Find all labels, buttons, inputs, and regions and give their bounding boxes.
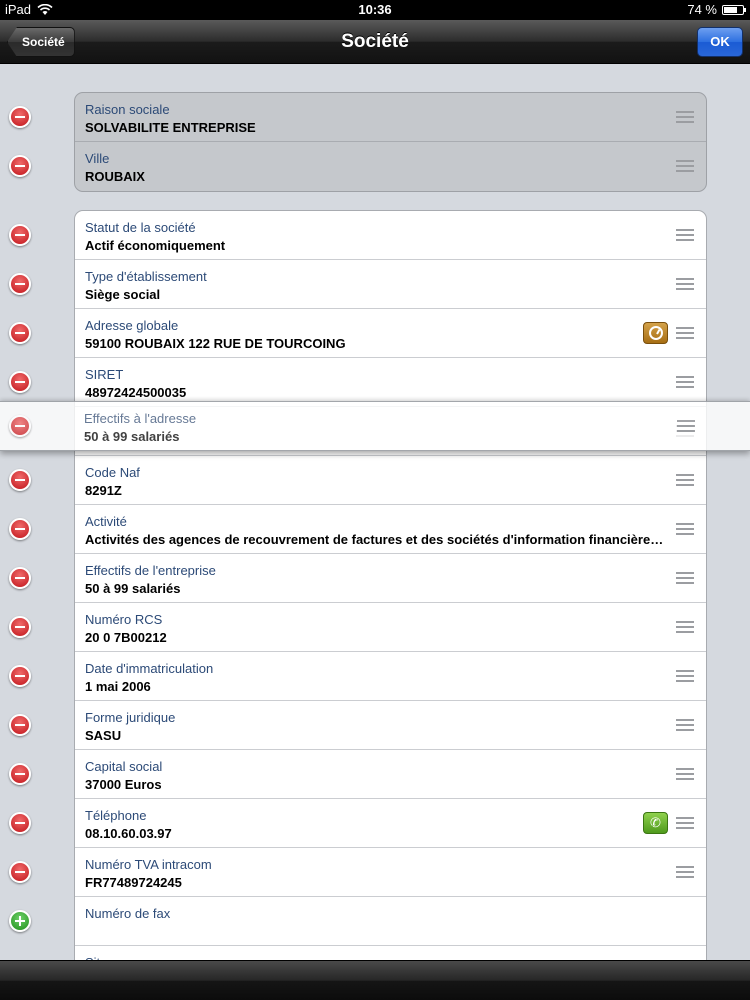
field-label: Code Naf	[85, 465, 140, 480]
field-row[interactable]: SIRET 48972424500035	[75, 358, 706, 407]
status-bar: iPad 10:36 74 %	[0, 0, 750, 20]
field-label: Effectifs de l'entreprise	[85, 563, 216, 578]
phone-icon[interactable]: ✆	[643, 812, 668, 834]
field-label: Statut de la société	[85, 220, 196, 235]
reorder-grip-icon[interactable]	[676, 229, 694, 242]
minus-circle-icon[interactable]	[9, 763, 31, 785]
field-value: 59100 ROUBAIX 122 RUE DE TOURCOING	[85, 336, 346, 351]
minus-circle-icon[interactable]	[9, 567, 31, 589]
clock: 10:36	[358, 2, 392, 17]
field-label: Numéro TVA intracom	[85, 857, 212, 872]
field-label: Forme juridique	[85, 710, 176, 725]
minus-circle-icon[interactable]	[9, 714, 31, 736]
field-row[interactable]: Type d'établissement Siège social	[75, 260, 706, 309]
field-label: Effectifs à l'adresse	[84, 411, 197, 426]
field-label: Téléphone	[85, 808, 147, 823]
minus-circle-icon[interactable]	[9, 322, 31, 344]
page-title: Société	[341, 31, 409, 52]
field-label: Numéro de fax	[85, 906, 171, 921]
field-row[interactable]: Numéro RCS 20 0 7B00212	[75, 603, 706, 652]
minus-circle-icon[interactable]	[9, 812, 31, 834]
field-row[interactable]: Statut de la société Actif économiquement	[75, 211, 706, 260]
reorder-grip-icon[interactable]	[676, 474, 694, 487]
field-row[interactable]: Site	[75, 946, 706, 960]
reorder-grip-icon[interactable]	[676, 523, 694, 536]
navigation-bar: Société Société OK	[0, 20, 750, 64]
company-detail-list[interactable]: Raison sociale SOLVABILITE ENTREPRISE Vill…	[0, 65, 750, 960]
field-row[interactable]: Numéro TVA intracom FR77489724245	[75, 848, 706, 897]
field-row[interactable]: Code Naf 8291Z	[75, 456, 706, 505]
field-row[interactable]: Téléphone 08.10.60.03.97 ✆	[75, 799, 706, 848]
reorder-grip-icon[interactable]	[676, 621, 694, 634]
minus-circle-icon[interactable]	[9, 616, 31, 638]
battery-percent: 74 %	[687, 2, 717, 17]
field-row[interactable]: Capital social 37000 Euros	[75, 750, 706, 799]
minus-circle-icon[interactable]	[9, 155, 31, 177]
reorder-grip-icon[interactable]	[676, 160, 694, 173]
minus-circle-icon[interactable]	[9, 106, 31, 128]
reorder-grip-icon[interactable]	[676, 327, 694, 340]
bottom-toolbar	[0, 960, 750, 1000]
field-value: 08.10.60.03.97	[85, 826, 172, 841]
reorder-grip-icon[interactable]	[676, 866, 694, 879]
field-label: Capital social	[85, 759, 163, 774]
field-value: FR77489724245	[85, 875, 182, 890]
field-row[interactable]: Ville ROUBAIX	[75, 142, 706, 191]
field-row[interactable]: Activité Activités des agences de recouvr…	[75, 505, 706, 554]
field-label: Type d'établissement	[85, 269, 207, 284]
reorder-grip-icon[interactable]	[676, 670, 694, 683]
field-value: Actif économiquement	[85, 238, 226, 253]
field-label: Numéro RCS	[85, 612, 163, 627]
minus-circle-icon[interactable]	[9, 371, 31, 393]
field-label: Adresse globale	[85, 318, 179, 333]
reorder-grip-icon[interactable]	[676, 719, 694, 732]
minus-circle-icon[interactable]	[9, 224, 31, 246]
group-identity: Raison sociale SOLVABILITE ENTREPRISE Vill…	[74, 92, 707, 192]
field-value: 1 mai 2006	[85, 679, 151, 694]
field-row[interactable]: Forme juridique SASU	[75, 701, 706, 750]
field-value: SOLVABILITE ENTREPRISE	[85, 120, 256, 135]
plus-circle-icon[interactable]	[9, 910, 31, 932]
reorder-grip-icon[interactable]	[676, 817, 694, 830]
field-row[interactable]: Raison sociale SOLVABILITE ENTREPRISE	[75, 93, 706, 142]
field-value: ROUBAIX	[85, 169, 145, 184]
field-row[interactable]: Adresse globale 59100 ROUBAIX 122 RUE DE …	[75, 309, 706, 358]
field-value: SASU	[85, 728, 122, 743]
battery-icon	[722, 4, 746, 15]
field-value: 8291Z	[85, 483, 122, 498]
field-label: Date d'immatriculation	[85, 661, 214, 676]
dragged-row[interactable]: Effectifs à l'adresse 50 à 99 salariés	[0, 401, 750, 451]
minus-circle-icon[interactable]	[9, 273, 31, 295]
reorder-grip-icon[interactable]	[676, 376, 694, 389]
field-row[interactable]: Effectifs de l'entreprise 50 à 99 salarié…	[75, 554, 706, 603]
reorder-grip-icon[interactable]	[676, 111, 694, 124]
field-value: Activités des agences de recouvrement de…	[85, 532, 665, 547]
field-row[interactable]: Date d'immatriculation 1 mai 2006	[75, 652, 706, 701]
group-details: Statut de la société Actif économiquement…	[74, 210, 707, 960]
reorder-grip-icon[interactable]	[676, 278, 694, 291]
minus-circle-icon[interactable]	[9, 415, 31, 437]
field-label: Ville	[85, 151, 110, 166]
clock-icon[interactable]	[643, 322, 668, 344]
field-label: Activité	[85, 514, 127, 529]
ok-button[interactable]: OK	[697, 27, 743, 57]
field-value: Siège social	[85, 287, 161, 302]
field-row[interactable]: Numéro de fax	[75, 897, 706, 946]
field-label: SIRET	[85, 367, 124, 382]
field-value: 50 à 99 salariés	[84, 429, 180, 444]
minus-circle-icon[interactable]	[9, 469, 31, 491]
reorder-grip-icon[interactable]	[676, 572, 694, 585]
reorder-grip-icon[interactable]	[677, 420, 695, 433]
field-value: 20 0 7B00212	[85, 630, 167, 645]
minus-circle-icon[interactable]	[9, 518, 31, 540]
minus-circle-icon[interactable]	[9, 665, 31, 687]
field-value: 50 à 99 salariés	[85, 581, 181, 596]
minus-circle-icon[interactable]	[9, 861, 31, 883]
field-value: 48972424500035	[85, 385, 187, 400]
field-label: Raison sociale	[85, 102, 170, 117]
reorder-grip-icon[interactable]	[676, 768, 694, 781]
field-value: 37000 Euros	[85, 777, 162, 792]
